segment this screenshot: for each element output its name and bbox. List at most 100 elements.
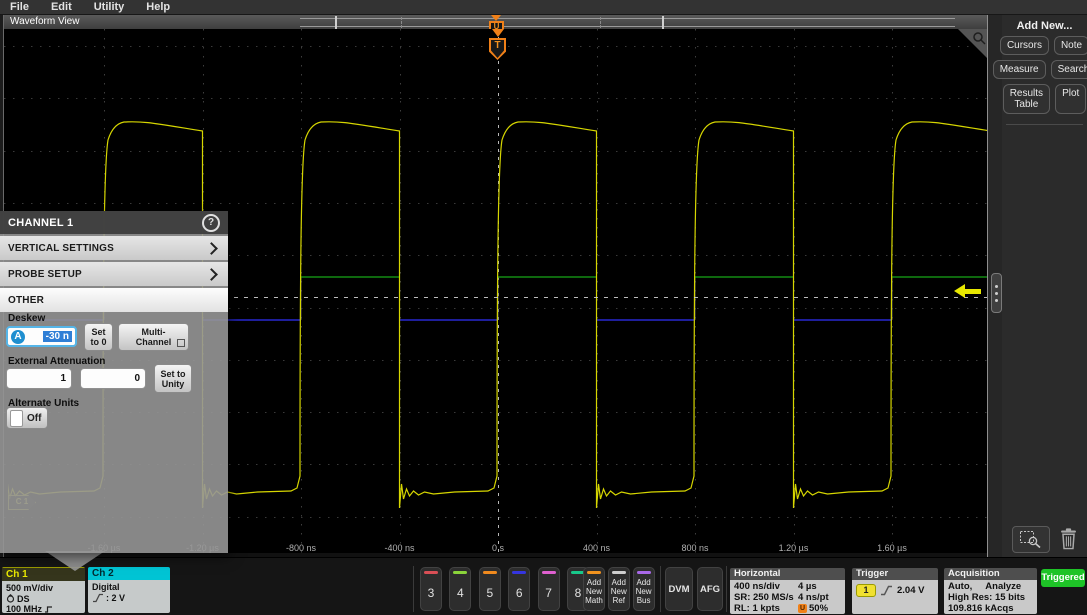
set-to-zero-button[interactable]: Set to 0 — [84, 323, 113, 351]
menu-item-edit[interactable]: Edit — [51, 1, 72, 13]
edge-slope-icon — [92, 593, 104, 603]
acquisition-panel[interactable]: Acquisition Auto, Analyze High Res: 15 b… — [944, 568, 1037, 614]
add-new-results-table-button[interactable]: Results Table — [1003, 84, 1050, 114]
dialog-title: CHANNEL 1 — [0, 217, 73, 229]
horizontal-cell: SR: 250 MS/s — [734, 592, 798, 603]
dialog-section-other[interactable]: OTHER — [0, 288, 228, 312]
trigger-body: 1 2.04 V — [852, 580, 938, 614]
dialog-title-bar[interactable]: CHANNEL 1 ? — [0, 211, 228, 234]
channel-color-stripe — [453, 571, 467, 574]
trash-icon[interactable] — [1060, 528, 1077, 550]
trigger-position-arrow-icon[interactable] — [492, 29, 504, 37]
horizontal-value: 50% — [809, 603, 828, 614]
alternate-units-toggle[interactable]: Off — [6, 407, 48, 429]
add-new-button-row: MeasureSearch — [1002, 60, 1087, 79]
menu-bar: File Edit Utility Help — [0, 0, 1087, 15]
horizontal-row: 400 ns/div4 µs — [734, 581, 841, 592]
trigger-panel[interactable]: Trigger 1 2.04 V — [852, 568, 938, 614]
x-axis-tick-label: -400 ns — [384, 543, 414, 553]
multi-channel-button[interactable]: Multi- Channel — [118, 323, 189, 351]
x-axis-tick-label: 1.20 µs — [779, 543, 809, 553]
channel-button-label: 6 — [509, 586, 529, 600]
ch1-bandwidth: 100 MHz — [6, 604, 81, 613]
add-new-math-button[interactable]: Add New Math — [583, 567, 605, 611]
ch1-mode: DS — [6, 594, 81, 605]
horizontal-value: 4 µs — [798, 581, 817, 592]
channel-2-badge[interactable]: Ch 2 Digital : 2 V — [88, 567, 170, 613]
add-new-note-button[interactable]: Note — [1054, 36, 1087, 55]
add-new-bus-button[interactable]: Add New Bus — [633, 567, 655, 611]
deskew-input[interactable]: A -30 n — [6, 326, 77, 347]
menu-item-utility[interactable]: Utility — [94, 1, 125, 13]
add-button-label: Add New Bus — [634, 578, 654, 605]
dvm-button[interactable]: DVM — [665, 567, 693, 611]
probe-icon — [6, 594, 15, 603]
deskew-value: -30 n — [43, 331, 72, 342]
channel-3-button[interactable]: 3 — [420, 567, 442, 611]
acquisition-title: Acquisition — [944, 568, 1037, 580]
channel-7-button[interactable]: 7 — [538, 567, 560, 611]
ch2-type: Digital — [92, 582, 166, 593]
dialog-section-probe-setup[interactable]: PROBE SETUP — [0, 262, 228, 286]
add-new-panel: Add New... Cursors Note MeasureSearch Resul… — [1002, 15, 1087, 557]
channel-6-button[interactable]: 6 — [508, 567, 530, 611]
expansion-point-icon: U — [798, 604, 807, 613]
multipurpose-knob-a-icon: A — [11, 330, 25, 344]
status-bar: Ch 1 500 mV/div DS 100 MHz Ch 2 Digital — [0, 557, 1087, 615]
add-new-measure-button[interactable]: Measure — [993, 60, 1046, 79]
channel-color-stripe — [542, 571, 556, 574]
afg-button[interactable]: AFG — [697, 567, 723, 611]
dialog-section-vertical-settings[interactable]: VERTICAL SETTINGS — [0, 236, 228, 260]
menu-item-file[interactable]: File — [10, 1, 29, 13]
trigger-settings-row: 1 2.04 V — [856, 584, 934, 597]
channel-5-button[interactable]: 5 — [479, 567, 501, 611]
splitter-drag-handle[interactable] — [991, 273, 1002, 313]
channel-1-badge[interactable]: Ch 1 500 mV/div DS 100 MHz — [2, 567, 85, 613]
ch2-threshold: : 2 V — [92, 593, 166, 604]
add-new-search-button[interactable]: Search — [1051, 60, 1087, 79]
overview-bracket-right[interactable] — [662, 16, 664, 29]
channel-color-stripe — [424, 571, 438, 574]
channel-button-label: 4 — [450, 586, 470, 600]
x-axis-tick-label: -800 ns — [286, 543, 316, 553]
panel-separator — [1006, 124, 1083, 125]
trigger-flag-label: T — [489, 40, 506, 51]
help-icon[interactable]: ? — [202, 214, 220, 232]
add-new-title: Add New... — [1002, 20, 1087, 32]
x-axis-tick-label: 0 s — [492, 543, 504, 553]
set-to-unity-button[interactable]: Set to Unity — [154, 364, 192, 393]
triggered-status-badge: Triggered — [1041, 569, 1085, 587]
section-label: VERTICAL SETTINGS — [8, 243, 114, 254]
channel-button-label: 3 — [421, 586, 441, 600]
horizontal-cell: U50% — [798, 603, 828, 614]
ext-attenuation-input-2[interactable]: 0 — [80, 368, 146, 389]
external-attenuation-label: External Attenuation — [8, 356, 105, 367]
alternate-units-value: Off — [27, 413, 41, 424]
channel-color-stripe — [512, 571, 526, 574]
add-new-cursors-button[interactable]: Cursors — [1000, 36, 1049, 55]
add-new-plot-button[interactable]: Plot — [1055, 84, 1086, 114]
channel-button-label: 7 — [539, 586, 559, 600]
trigger-title: Trigger — [852, 568, 938, 580]
ext-attenuation-input-1[interactable]: 1 — [6, 368, 72, 389]
waveform-view-header: Waveform View U — [4, 15, 988, 29]
bandwidth-icon — [44, 605, 53, 613]
chevron-right-icon — [205, 242, 218, 255]
horizontal-cell: 4 ns/pt — [798, 592, 829, 603]
panel-tools — [1002, 524, 1087, 554]
section-label: OTHER — [8, 295, 44, 306]
acquisition-resolution: High Res: 15 bits — [948, 592, 1033, 603]
pan-zoom-overview-bar[interactable]: U — [300, 18, 955, 27]
horizontal-panel[interactable]: Horizontal 400 ns/div4 µsSR: 250 MS/s4 n… — [730, 568, 845, 614]
panel-divider — [987, 15, 1003, 557]
section-label: PROBE SETUP — [8, 269, 82, 280]
zoom-box-button[interactable] — [1012, 526, 1050, 553]
menu-item-help[interactable]: Help — [146, 1, 170, 13]
statusbar-separator — [726, 566, 727, 612]
trigger-level-arrow[interactable] — [954, 284, 982, 298]
overview-bracket-left[interactable] — [335, 16, 337, 29]
add-new-button-row: Cursors Note — [1002, 36, 1087, 55]
add-new-ref-button[interactable]: Add New Ref — [608, 567, 630, 611]
channel-4-button[interactable]: 4 — [449, 567, 471, 611]
x-axis-tick-label: 800 ns — [681, 543, 708, 553]
